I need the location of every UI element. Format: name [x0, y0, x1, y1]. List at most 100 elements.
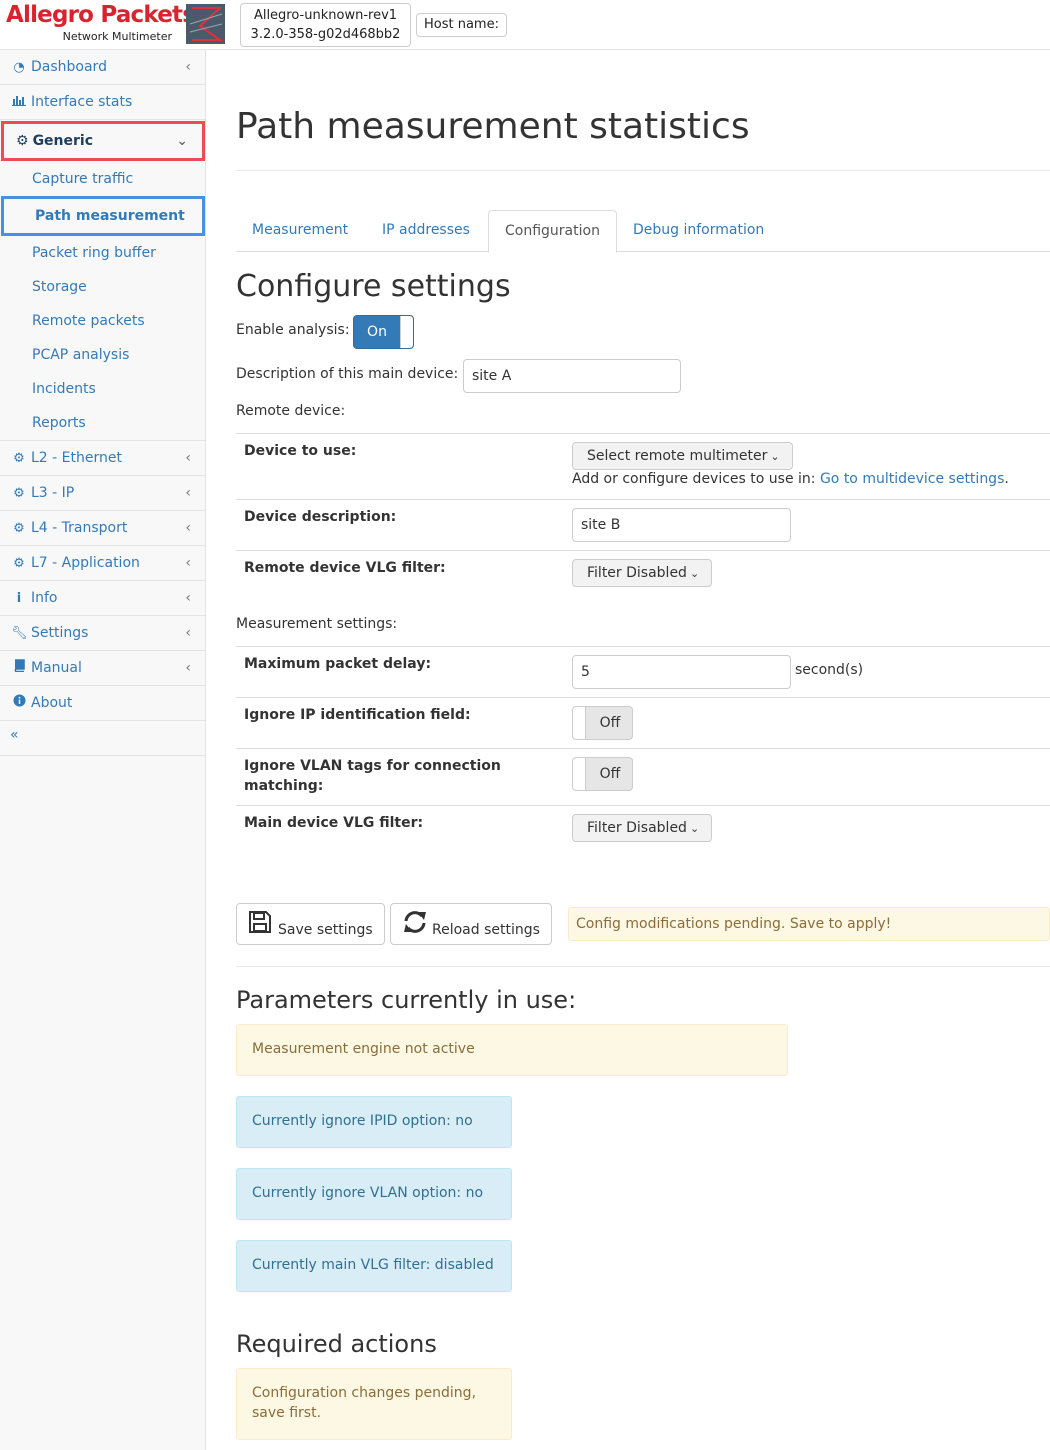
- device-version: 3.2.0-358-g02d468bb2: [250, 27, 401, 42]
- measurement-settings-label: Measurement settings:: [236, 616, 398, 632]
- floppy-disk-icon: [248, 910, 272, 940]
- dropdown-label: Filter Disabled: [587, 820, 687, 836]
- tab-measurement[interactable]: Measurement: [236, 210, 364, 252]
- info-circle-icon: [11, 687, 27, 721]
- sidebar-item-l2-ethernet[interactable]: ⚙ L2 - Ethernet ‹: [0, 441, 205, 476]
- tab-ip-addresses[interactable]: IP addresses: [366, 210, 486, 252]
- device-description-input[interactable]: [572, 508, 791, 542]
- gear-icon: ⚙: [13, 451, 25, 466]
- sidebar-item-label: Manual: [31, 660, 82, 676]
- toggle-knob: [400, 316, 413, 348]
- sidebar-sub-packet-ring-buffer[interactable]: Packet ring buffer: [32, 243, 156, 263]
- max-delay-unit: second(s): [795, 662, 864, 678]
- ignore-ip-toggle[interactable]: Off: [572, 706, 633, 740]
- sidebar-sub-storage[interactable]: Storage: [32, 277, 87, 297]
- sidebar-sub-path-measurement[interactable]: Path measurement: [1, 196, 205, 236]
- sidebar-item-info[interactable]: i Info ‹: [0, 581, 205, 616]
- multidevice-settings-link[interactable]: Go to multidevice settings: [820, 471, 1004, 487]
- remote-vlg-filter-dropdown[interactable]: Filter Disabled ⌄: [572, 559, 713, 587]
- gear-icon: ⚙: [13, 486, 25, 501]
- row-divider: [236, 748, 1050, 749]
- toggle-knob: [573, 707, 586, 739]
- row-divider: [236, 499, 1050, 500]
- chevron-down-icon: ⌄: [689, 822, 700, 835]
- section-divider: [236, 966, 1050, 967]
- tab-bar: Measurement IP addresses Configuration D…: [236, 210, 1050, 253]
- sidebar-item-label: Dashboard: [31, 59, 107, 75]
- device-description-label: Device description:: [244, 509, 397, 525]
- configure-heading: Configure settings: [236, 269, 511, 304]
- row-divider: [236, 646, 1050, 647]
- dashboard-icon: ◔: [13, 60, 25, 75]
- chevron-down-icon: ⌄: [689, 567, 700, 580]
- sidebar-item-label: L4 - Transport: [31, 520, 128, 536]
- refresh-icon: [402, 910, 428, 940]
- sidebar-sub-incidents[interactable]: Incidents: [32, 379, 96, 399]
- max-delay-label: Maximum packet delay:: [244, 656, 432, 672]
- description-input[interactable]: [463, 359, 681, 393]
- ignore-vlan-toggle[interactable]: Off: [572, 757, 633, 791]
- info-icon: i: [16, 591, 22, 606]
- main-vlg-filter-dropdown[interactable]: Filter Disabled ⌄: [572, 814, 713, 842]
- sidebar-item-l3-ip[interactable]: ⚙ L3 - IP ‹: [0, 476, 205, 511]
- dropdown-label: Select remote multimeter: [587, 448, 768, 464]
- reload-settings-button[interactable]: Reload settings: [390, 903, 552, 945]
- chevron-down-icon: ⌄: [770, 450, 780, 463]
- gear-icon: ⚙: [13, 521, 25, 536]
- device-to-use-label: Device to use:: [244, 443, 357, 459]
- bar-chart-icon: [11, 86, 27, 120]
- sidebar-item-manual[interactable]: Manual ‹: [0, 651, 205, 686]
- sidebar-divider: [0, 755, 205, 756]
- chevron-left-icon: ‹: [185, 625, 191, 641]
- sidebar-item-label: Settings: [31, 625, 89, 641]
- ignore-vlan-label: Ignore VLAN tags for connection matching…: [244, 756, 501, 796]
- save-settings-button[interactable]: Save settings: [236, 903, 385, 945]
- chevron-left-icon: ‹: [185, 450, 191, 466]
- sidebar-item-dashboard[interactable]: ◔ Dashboard ‹: [0, 50, 205, 85]
- host-name: Host name:: [416, 13, 507, 37]
- sidebar-item-label: Interface stats: [31, 94, 133, 110]
- ipid-status-alert: Currently ignore IPID option: no: [236, 1096, 512, 1148]
- device-logo-icon: [186, 4, 225, 44]
- select-remote-multimeter-dropdown[interactable]: Select remote multimeter ⌄: [572, 442, 793, 470]
- tab-configuration[interactable]: Configuration: [488, 210, 617, 253]
- book-icon: [11, 652, 27, 686]
- ignore-ip-label: Ignore IP identification field:: [244, 707, 471, 723]
- enable-analysis-toggle[interactable]: On: [353, 315, 414, 349]
- sidebar-collapse-button[interactable]: «: [10, 727, 19, 743]
- row-divider: [236, 805, 1050, 806]
- description-label: Description of this main device:: [236, 366, 459, 382]
- remote-vlg-label: Remote device VLG filter:: [244, 560, 446, 576]
- ignore-vlan-label-line: matching:: [244, 778, 324, 794]
- sidebar-item-about[interactable]: About: [0, 686, 205, 721]
- sidebar-item-l7-application[interactable]: ⚙ L7 - Application ‹: [0, 546, 205, 581]
- save-settings-label: Save settings: [278, 922, 373, 938]
- toggle-state: On: [367, 324, 387, 340]
- device-info: Allegro-unknown-rev1 3.2.0-358-g02d468bb…: [240, 3, 411, 47]
- toggle-knob: [573, 758, 586, 790]
- sidebar-item-label: About: [31, 695, 73, 711]
- sidebar-item-label: L3 - IP: [31, 485, 75, 501]
- top-header: Allegro Packets Network Multimeter Alleg…: [0, 0, 1050, 50]
- sidebar-sub-pcap-analysis[interactable]: PCAP analysis: [32, 345, 129, 365]
- sidebar: ◔ Dashboard ‹ Interface stats ⚙ Generic ⌄ …: [0, 50, 206, 1450]
- required-actions-heading: Required actions: [236, 1330, 437, 1358]
- logo-main-text: Allegro Packets: [6, 2, 196, 28]
- vlg-status-alert: Currently main VLG filter: disabled: [236, 1240, 512, 1292]
- sidebar-item-generic[interactable]: ⚙ Generic ⌄: [1, 121, 205, 161]
- page-title: Path measurement statistics: [236, 106, 750, 147]
- sidebar-sub-reports[interactable]: Reports: [32, 413, 86, 433]
- sidebar-item-l4-transport[interactable]: ⚙ L4 - Transport ‹: [0, 511, 205, 546]
- chevron-left-icon: ‹: [185, 660, 191, 676]
- toggle-state: Off: [599, 715, 621, 731]
- tab-debug-information[interactable]: Debug information: [617, 210, 780, 252]
- allegro-logo[interactable]: Allegro Packets Network Multimeter: [6, 2, 196, 46]
- max-delay-input[interactable]: [572, 655, 791, 689]
- sidebar-item-label: Info: [31, 590, 58, 606]
- sidebar-sub-remote-packets[interactable]: Remote packets: [32, 311, 145, 331]
- dropdown-label: Filter Disabled: [587, 565, 687, 581]
- sidebar-sub-capture-traffic[interactable]: Capture traffic: [32, 169, 133, 189]
- row-divider: [236, 433, 1050, 434]
- sidebar-item-interface-stats[interactable]: Interface stats: [0, 85, 205, 120]
- sidebar-item-settings[interactable]: 🔧︎ Settings ‹: [0, 616, 205, 651]
